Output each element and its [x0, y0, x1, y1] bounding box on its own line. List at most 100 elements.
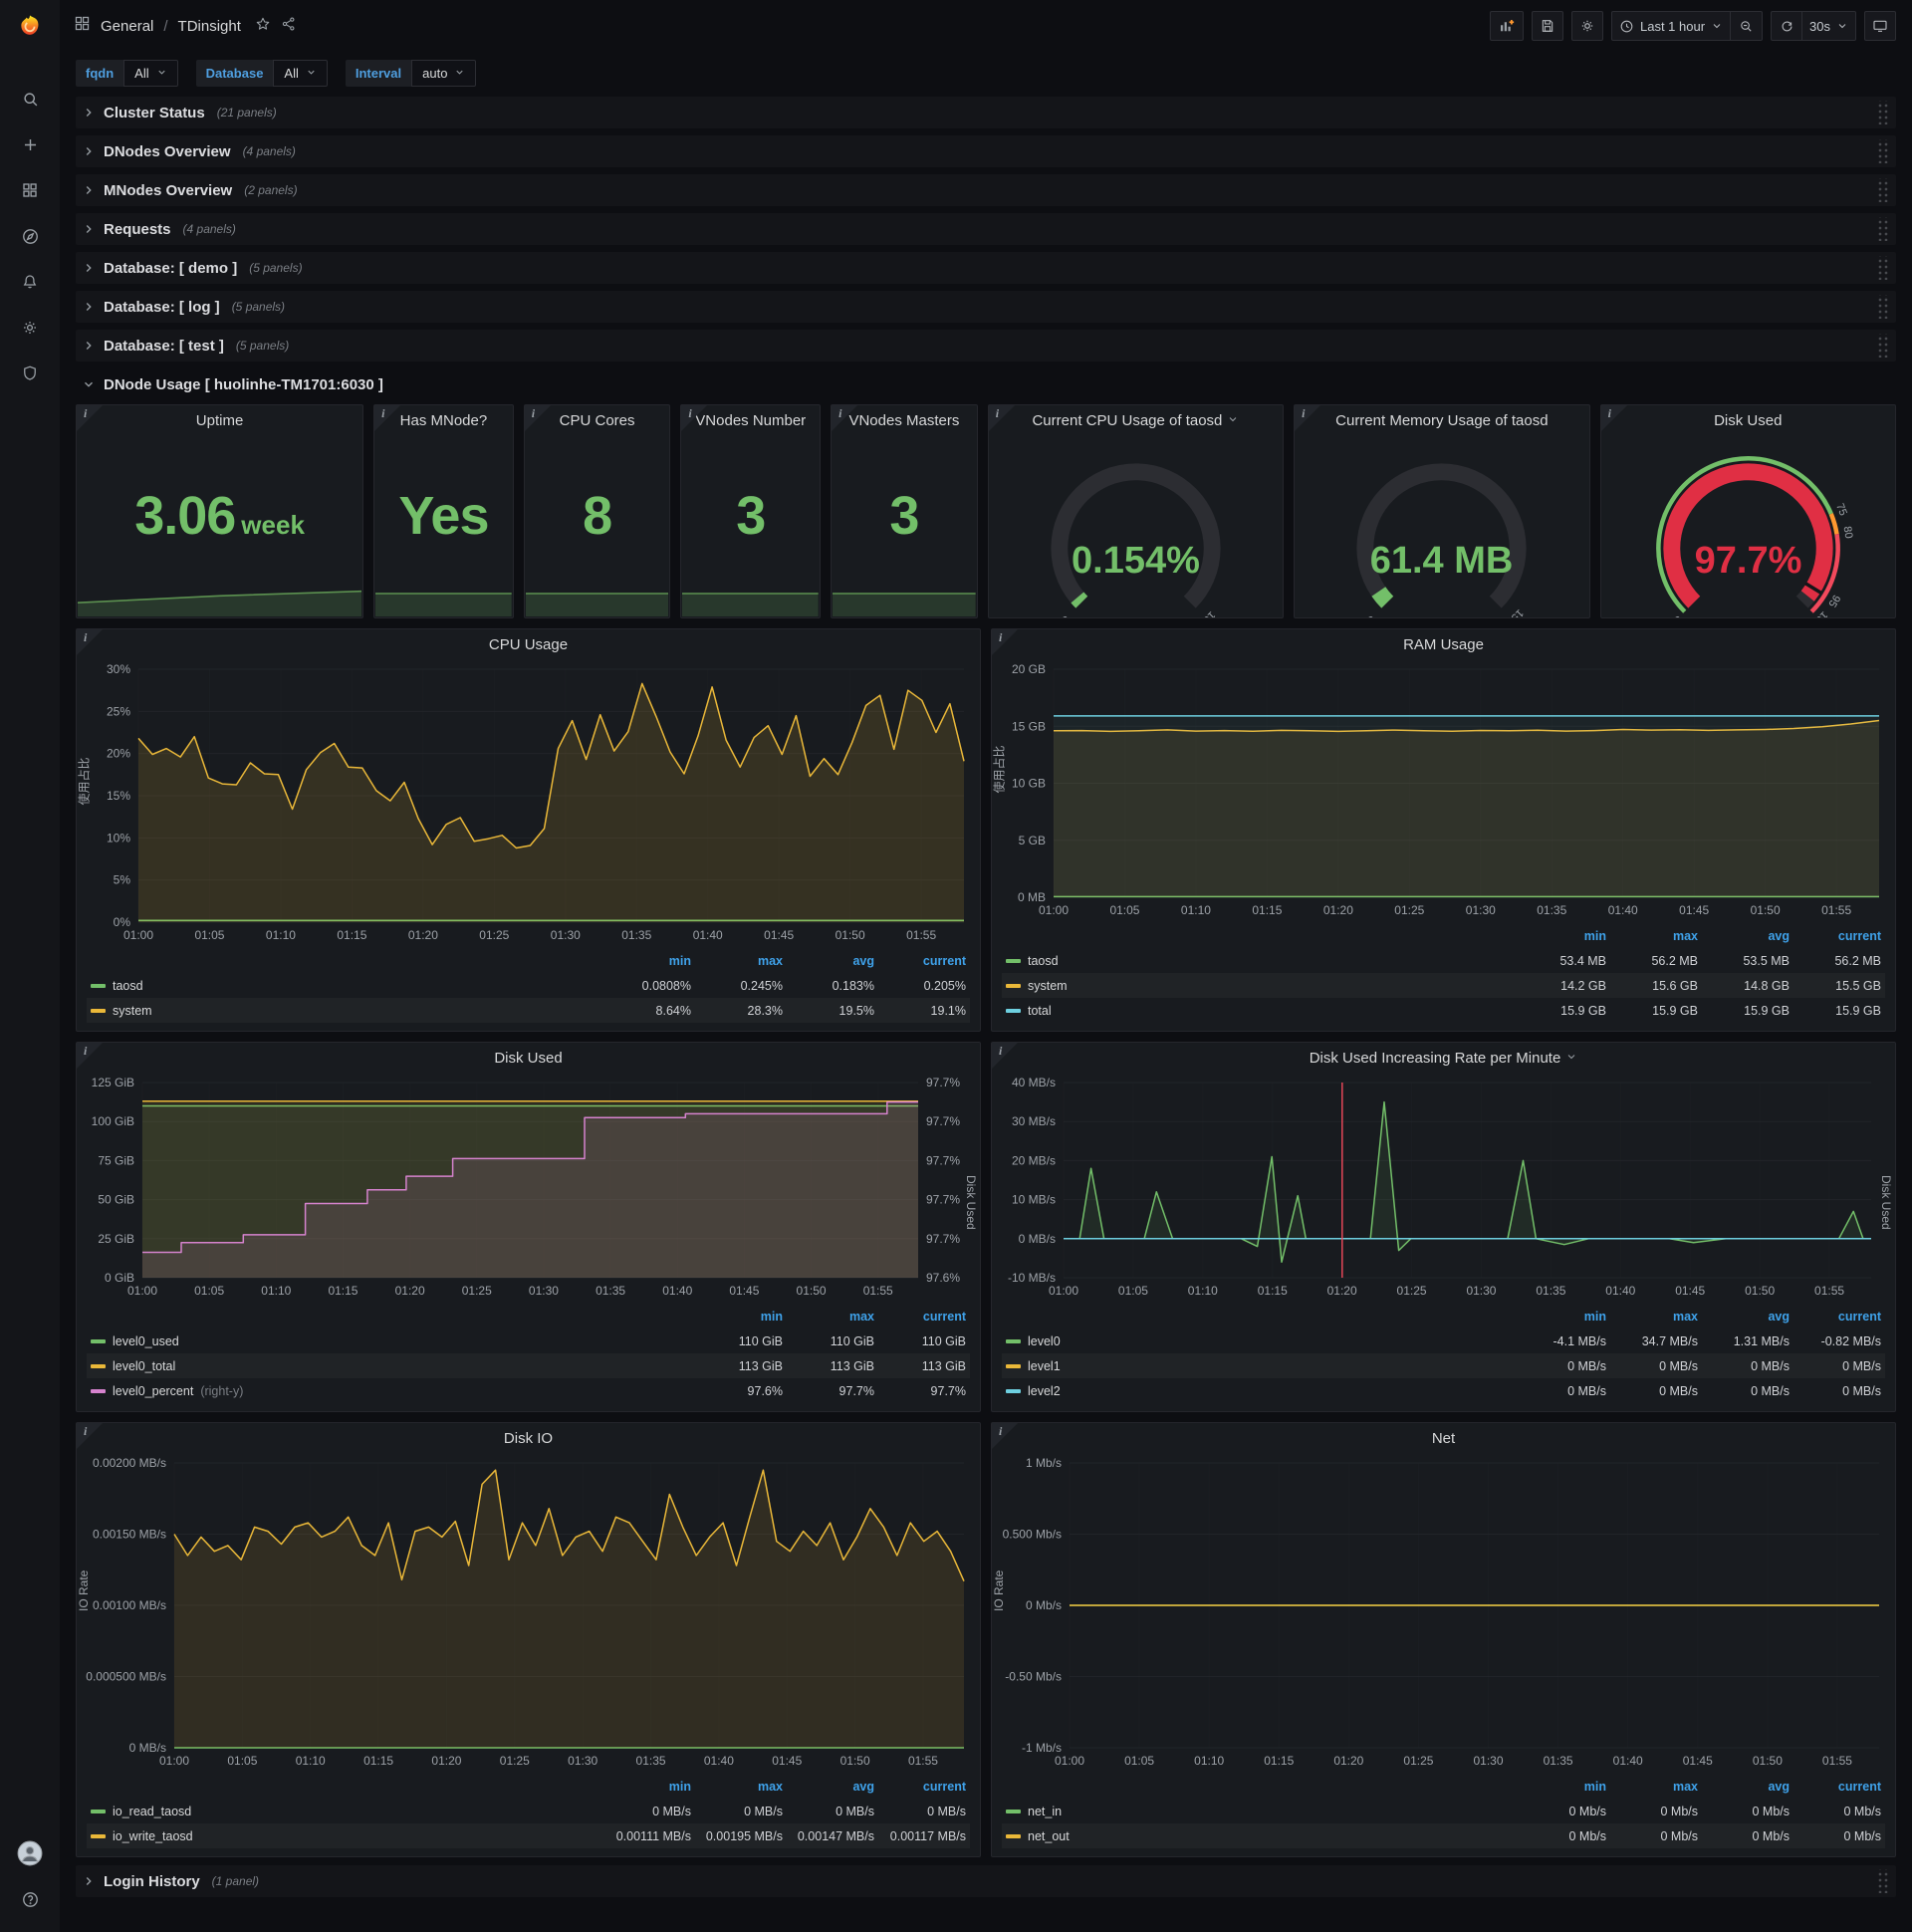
panel-title-uptime[interactable]: Uptime — [77, 405, 362, 435]
legend-col-current[interactable]: current — [874, 954, 966, 968]
dashboard-settings-button[interactable] — [1570, 11, 1603, 41]
chart-plot-net[interactable]: IO Rate 01:00 01:05 01:10 01:15 01:20 01:25 01:… — [992, 1453, 1895, 1772]
row-drag-handle[interactable] — [1876, 295, 1888, 319]
legend-series-level0_total[interactable]: level0_total — [91, 1359, 691, 1373]
dashboard-row[interactable]: Login History (1 panel) — [76, 1865, 1896, 1897]
legend-col-max[interactable]: max — [691, 954, 783, 968]
panel-title-disk-rate[interactable]: Disk Used Increasing Rate per Minute — [992, 1043, 1895, 1073]
variable-value-dropdown[interactable]: auto — [411, 60, 477, 87]
panel-info-icon[interactable]: i — [992, 1423, 1018, 1449]
panel-info-icon[interactable]: i — [77, 405, 103, 431]
chart-plot-disk-io[interactable]: IO Rate 01:00 01:05 01:10 01:15 01:20 01:25 01:… — [77, 1453, 980, 1772]
variable-value-dropdown[interactable]: All — [273, 60, 328, 87]
legend-series-taosd[interactable]: taosd — [1006, 954, 1515, 968]
legend-series-system[interactable]: system — [1006, 979, 1515, 993]
legend-series-level0_percent[interactable]: level0_percent (right-y) — [91, 1384, 691, 1398]
panel-info-icon[interactable]: i — [1600, 405, 1627, 431]
dashboard-row[interactable]: Requests (4 panels) — [76, 213, 1896, 245]
dashboard-row[interactable]: Database: [ log ] (5 panels) — [76, 291, 1896, 323]
legend-col-current[interactable]: current — [1790, 929, 1881, 943]
star-icon[interactable] — [255, 16, 271, 37]
row-drag-handle[interactable] — [1876, 217, 1888, 241]
legend-col-current[interactable]: current — [874, 1780, 966, 1794]
chart-plot-cpu-usage[interactable]: 使用占比 01:00 01:05 01:10 01:15 01:20 01:25 01:30 0… — [77, 659, 980, 946]
panel-title-cpu-usage[interactable]: CPU Usage — [77, 629, 980, 659]
panel-title-ram-usage[interactable]: RAM Usage — [992, 629, 1895, 659]
search-icon[interactable] — [10, 80, 50, 118]
gauge-current-memory-usage[interactable]: 0 1589 61.4 MB — [1295, 435, 1588, 617]
gauge-current-cpu-usage[interactable]: 0 100 0.154% — [989, 435, 1283, 617]
panel-info-icon[interactable]: i — [992, 1043, 1018, 1069]
grafana-logo-icon[interactable] — [0, 0, 60, 52]
legend-col-current[interactable]: current — [1790, 1310, 1881, 1324]
legend-series-level1[interactable]: level1 — [1006, 1359, 1515, 1373]
dashboard-row[interactable]: MNodes Overview (2 panels) — [76, 174, 1896, 206]
panel-info-icon[interactable]: i — [988, 405, 1015, 431]
legend-series-total[interactable]: total — [1006, 1004, 1515, 1018]
panel-info-icon[interactable]: i — [1295, 405, 1321, 431]
legend-col-min[interactable]: min — [599, 954, 691, 968]
legend-series-net_out[interactable]: net_out — [1006, 1829, 1515, 1843]
legend-col-max[interactable]: max — [1606, 929, 1698, 943]
page-title[interactable]: TDinsight — [178, 18, 241, 35]
dashboard-row[interactable]: Database: [ demo ] (5 panels) — [76, 252, 1896, 284]
breadcrumb-section[interactable]: General — [101, 18, 153, 35]
panel-info-icon[interactable]: i — [77, 1043, 103, 1069]
row-drag-handle[interactable] — [1876, 256, 1888, 280]
dashboard-grid-icon[interactable] — [74, 15, 91, 37]
legend-col-min[interactable]: min — [1515, 929, 1606, 943]
dashboard-row[interactable]: Database: [ test ] (5 panels) — [76, 330, 1896, 362]
legend-col-avg[interactable]: avg — [1698, 929, 1790, 943]
legend-col-avg[interactable]: avg — [1698, 1310, 1790, 1324]
legend-series-level0_used[interactable]: level0_used — [91, 1334, 691, 1348]
panel-title-current-cpu-usage[interactable]: Current CPU Usage of taosd — [989, 405, 1283, 435]
panel-info-icon[interactable]: i — [681, 405, 708, 431]
legend-col-current[interactable]: current — [1790, 1780, 1881, 1794]
dashboards-icon[interactable] — [10, 171, 50, 209]
legend-col-avg[interactable]: avg — [783, 954, 874, 968]
legend-series-net_in[interactable]: net_in — [1006, 1805, 1515, 1818]
legend-col-min[interactable]: min — [1515, 1780, 1606, 1794]
legend-series-io_write_taosd[interactable]: io_write_taosd — [91, 1829, 599, 1843]
legend-col-min[interactable]: min — [599, 1780, 691, 1794]
panel-title-current-memory-usage[interactable]: Current Memory Usage of taosd — [1295, 405, 1588, 435]
time-range-button[interactable]: Last 1 hour — [1610, 11, 1732, 41]
legend-col-avg[interactable]: avg — [783, 1780, 874, 1794]
legend-col-avg[interactable]: avg — [1698, 1780, 1790, 1794]
help-icon[interactable] — [10, 1880, 50, 1918]
panel-info-icon[interactable]: i — [77, 1423, 103, 1449]
panel-info-icon[interactable]: i — [77, 629, 103, 655]
panel-info-icon[interactable]: i — [374, 405, 401, 431]
legend-series-level0[interactable]: level0 — [1006, 1334, 1515, 1348]
panel-title-net[interactable]: Net — [992, 1423, 1895, 1453]
legend-series-taosd[interactable]: taosd — [91, 979, 599, 993]
panel-title-disk-used[interactable]: Disk Used — [77, 1043, 980, 1073]
tv-mode-button[interactable] — [1864, 11, 1896, 41]
chart-plot-disk-rate[interactable]: Disk Used 01:00 01:05 01:10 01:15 01:20 01:25 0… — [992, 1073, 1895, 1302]
save-dashboard-button[interactable] — [1531, 11, 1563, 41]
add-icon[interactable] — [10, 125, 50, 163]
alerting-icon[interactable] — [10, 263, 50, 301]
legend-col-min[interactable]: min — [1515, 1310, 1606, 1324]
legend-col-max[interactable]: max — [783, 1310, 874, 1324]
configuration-icon[interactable] — [10, 309, 50, 347]
row-drag-handle[interactable] — [1876, 101, 1888, 124]
server-admin-icon[interactable] — [10, 355, 50, 392]
legend-col-min[interactable]: min — [691, 1310, 783, 1324]
chart-plot-disk-used[interactable]: Disk Used 01:00 01:05 01:10 01:15 01:20 01:25 0… — [77, 1073, 980, 1302]
gauge-disk-used-gauge[interactable]: 075809510097.7% — [1601, 435, 1895, 617]
add-panel-button[interactable] — [1489, 11, 1524, 41]
row-drag-handle[interactable] — [1876, 139, 1888, 163]
legend-col-max[interactable]: max — [691, 1780, 783, 1794]
panel-title-disk-io[interactable]: Disk IO — [77, 1423, 980, 1453]
refresh-interval-button[interactable]: 30s — [1802, 11, 1856, 41]
chart-plot-ram-usage[interactable]: 使用占比 01:00 01:05 01:10 01:15 01:20 01:25 01:30 0… — [992, 659, 1895, 921]
row-drag-handle[interactable] — [1876, 1869, 1888, 1893]
user-avatar-icon[interactable] — [10, 1834, 50, 1872]
panel-info-icon[interactable]: i — [524, 405, 551, 431]
dashboard-row[interactable]: DNodes Overview (4 panels) — [76, 135, 1896, 167]
panel-info-icon[interactable]: i — [992, 629, 1018, 655]
variable-value-dropdown[interactable]: All — [123, 60, 178, 87]
legend-series-system[interactable]: system — [91, 1004, 599, 1018]
zoom-out-time-button[interactable] — [1731, 11, 1764, 41]
